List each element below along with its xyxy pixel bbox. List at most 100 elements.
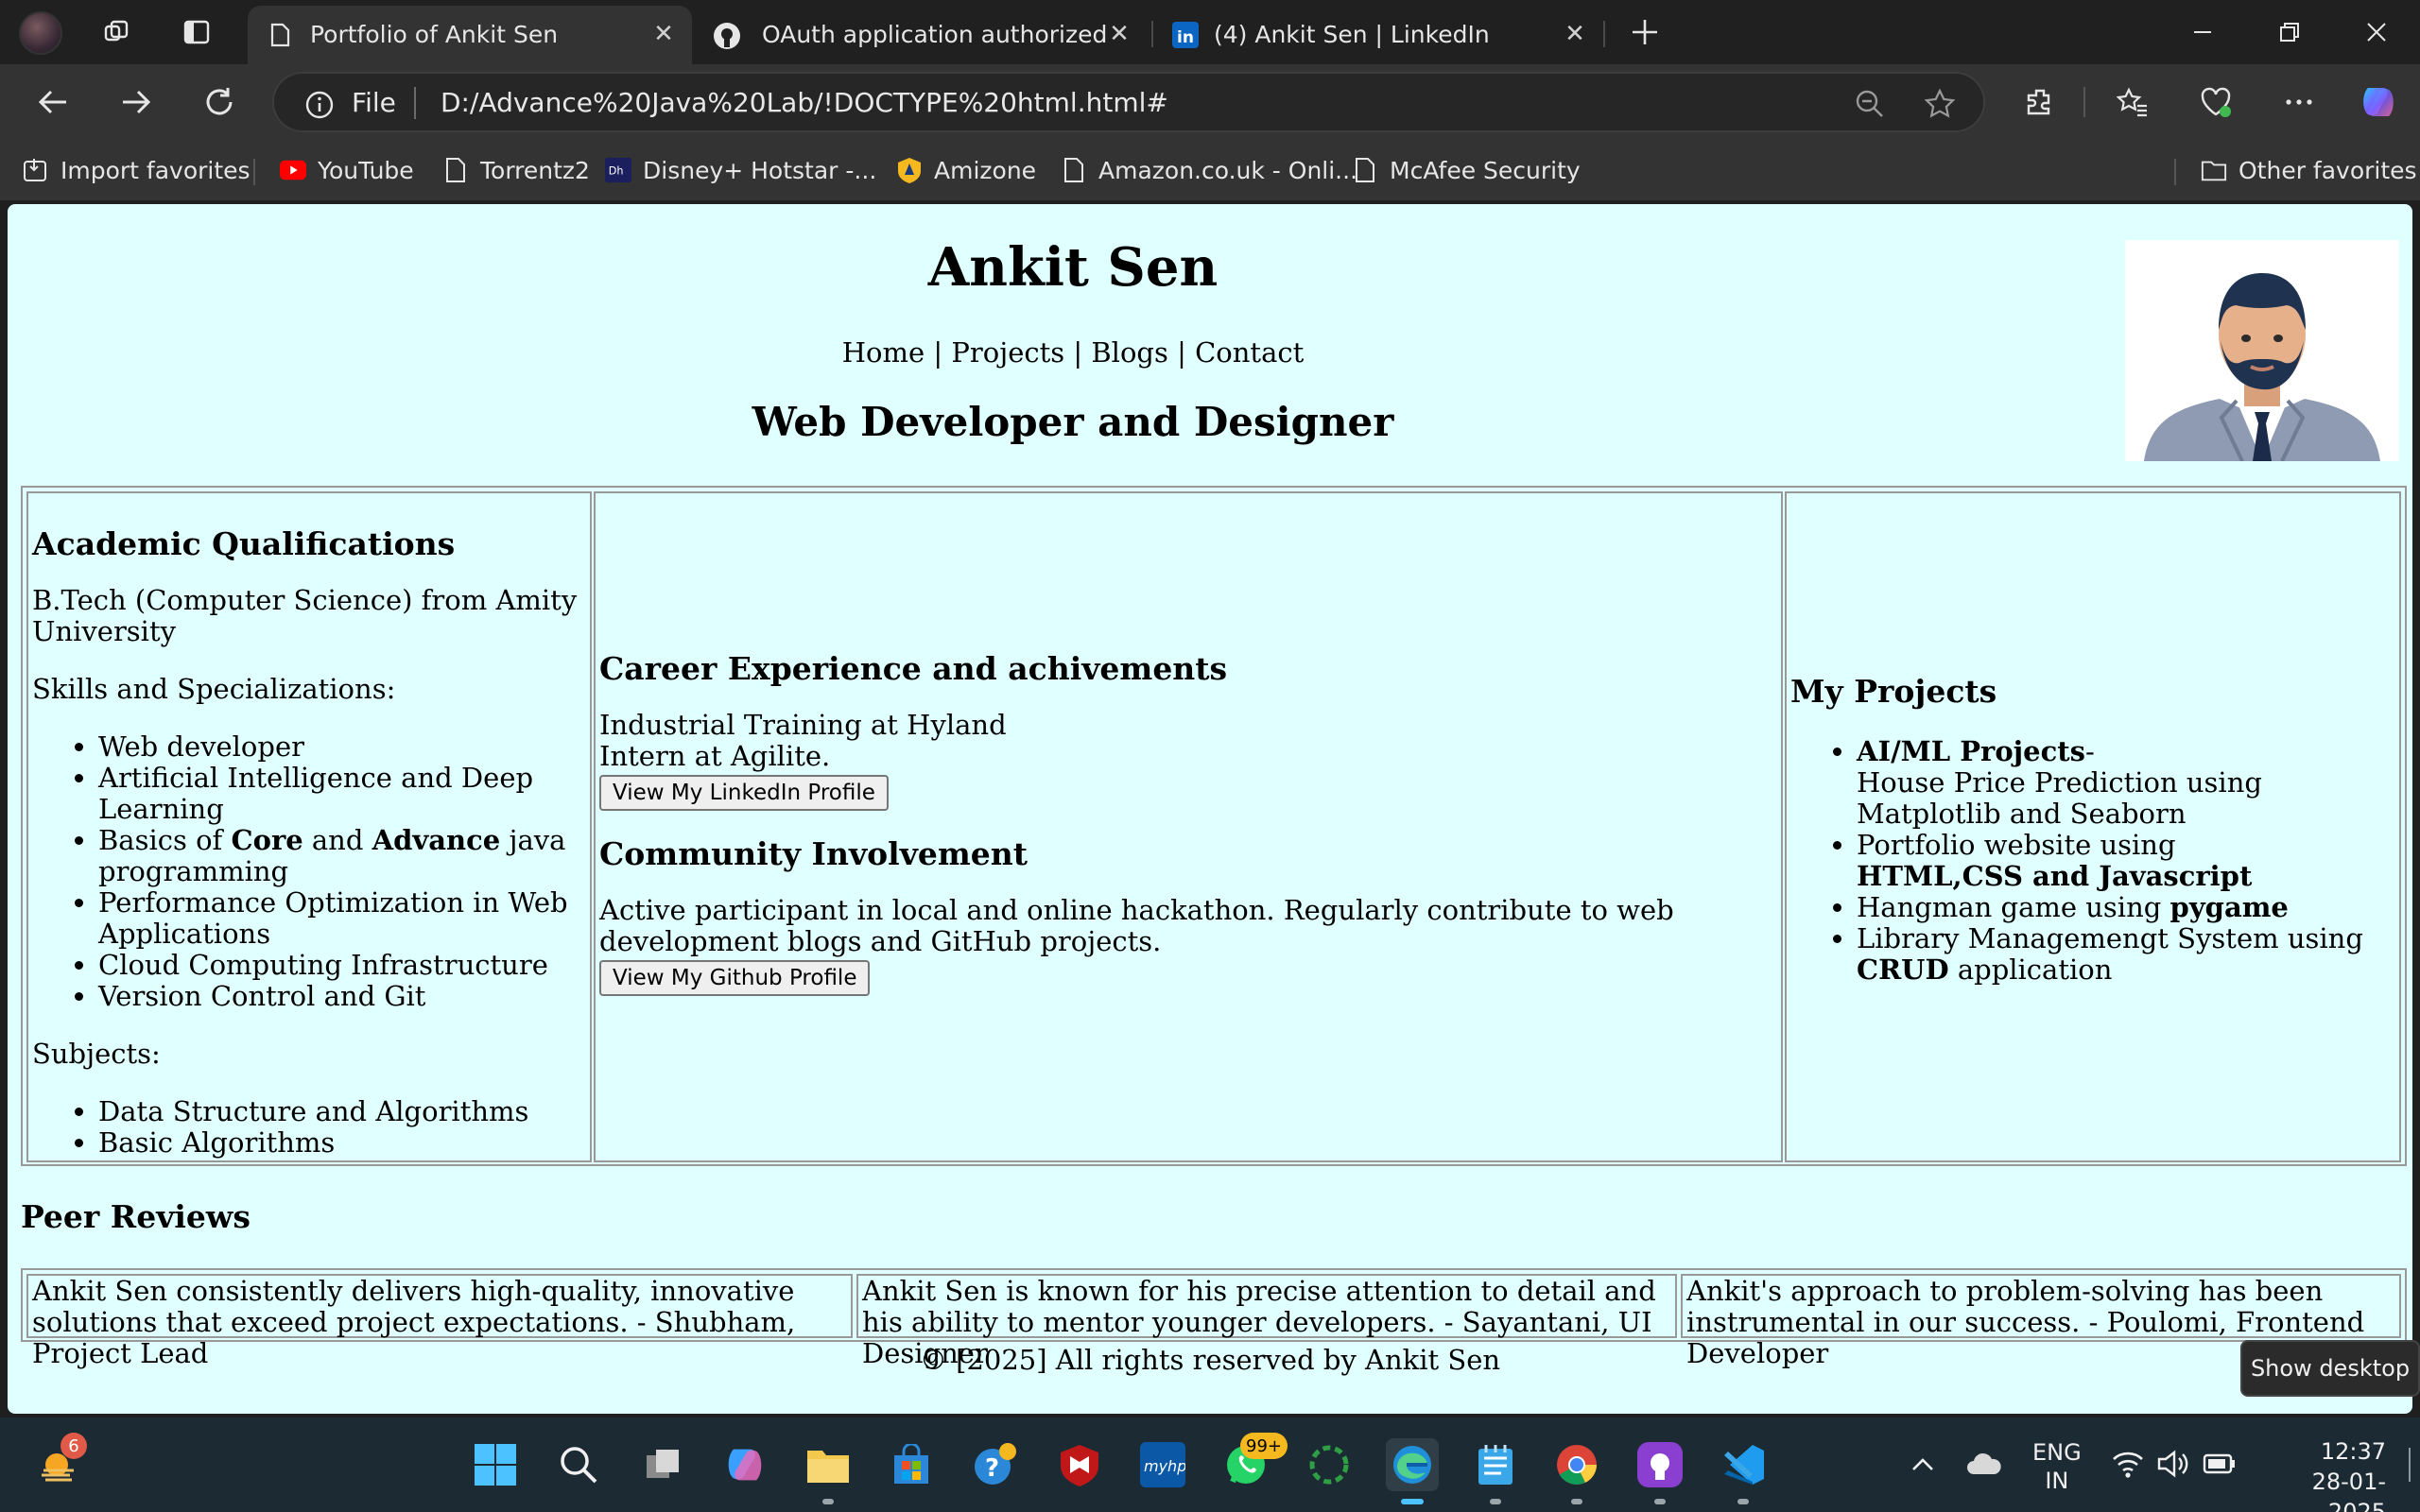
show-desktop-tooltip: Show desktop (2240, 1340, 2420, 1397)
linkedin-profile-button[interactable]: View My LinkedIn Profile (599, 775, 889, 811)
tab-label: Portfolio of Ankit Sen (310, 21, 559, 48)
fav-mcafee[interactable]: McAfee Security (1352, 153, 1581, 187)
volume-icon[interactable] (2157, 1450, 2189, 1484)
profile-avatar[interactable] (19, 11, 62, 55)
fav-separator (253, 159, 255, 185)
show-desktop-button[interactable] (2409, 1448, 2411, 1482)
list-item: Basics of Core and Advance java programm… (98, 825, 586, 887)
search-icon[interactable] (552, 1438, 605, 1491)
fav-other-favorites[interactable]: Other favorites (2201, 153, 2417, 187)
minimize-icon[interactable] (2184, 13, 2221, 51)
zoom-out-icon[interactable] (1853, 87, 1887, 121)
close-icon[interactable]: ✕ (1560, 19, 1590, 49)
nav-home[interactable]: Home (842, 336, 925, 369)
file-explorer-icon[interactable] (802, 1438, 855, 1504)
window-close-icon[interactable] (2358, 13, 2395, 51)
svg-text:in: in (1177, 28, 1194, 47)
favorite-star-icon[interactable] (1923, 87, 1957, 121)
vertical-tabs-icon[interactable] (178, 13, 216, 51)
list-item: Basic Algorithms (98, 1127, 586, 1159)
favorites-icon[interactable] (2112, 81, 2153, 123)
nav-blogs[interactable]: Blogs (1091, 336, 1168, 369)
close-icon[interactable]: ✕ (648, 19, 679, 49)
taskbar: 6 ? myhp 99+ ENG IN 12:37 28-01-2025 (0, 1418, 2420, 1512)
clock-date: 28-01-2025 (2311, 1469, 2386, 1512)
github-icon (713, 22, 740, 49)
list-item: Artificial Intelligence and Deep Learnin… (98, 763, 586, 825)
tab-oauth[interactable]: OAuth application authorized ✕ (694, 6, 1148, 64)
show-hidden-icons[interactable] (1908, 1450, 1938, 1486)
nav-separator: | (1177, 336, 1186, 369)
notification-badge: 99+ (1240, 1433, 1288, 1459)
forward-icon[interactable] (115, 81, 157, 123)
loader-app-icon[interactable] (1303, 1438, 1356, 1491)
url-text[interactable]: D:/Advance%20Java%20Lab/!DOCTYPE%20html.… (441, 87, 1168, 118)
start-icon[interactable] (469, 1438, 522, 1491)
get-help-icon[interactable]: ? (968, 1438, 1021, 1491)
fav-amazon[interactable]: Amazon.co.uk - Onli... (1061, 153, 1357, 187)
weather-widget-icon[interactable]: 6 (32, 1433, 87, 1491)
fav-amizone[interactable]: Amizone (896, 153, 1036, 187)
extensions-icon[interactable] (2019, 81, 2061, 123)
browser-essentials-icon[interactable] (2195, 81, 2237, 123)
refresh-icon[interactable] (199, 81, 240, 123)
mcafee-icon[interactable] (1053, 1438, 1106, 1491)
list-item: Cloud Computing Infrastructure (98, 950, 586, 981)
projects-heading: My Projects (1790, 673, 1997, 710)
more-options-icon[interactable] (2278, 81, 2320, 123)
list-item: Portfolio website usingHTML,CSS and Java… (1857, 830, 2395, 892)
notepad-icon[interactable] (1469, 1438, 1522, 1504)
amizone-icon (896, 157, 923, 183)
fav-torrentz2[interactable]: Torrentz2 (442, 153, 590, 187)
onedrive-icon[interactable] (1966, 1452, 2002, 1482)
github-profile-button[interactable]: View My Github Profile (599, 960, 871, 996)
subjects-label: Subjects: (32, 1038, 161, 1070)
projects-cell: My Projects AI/ML Projects-House Price P… (1785, 491, 2401, 1162)
microsoft-store-icon[interactable] (885, 1438, 938, 1491)
clock-time: 12:37 (2320, 1438, 2386, 1465)
notification-badge: 6 (60, 1433, 87, 1459)
tab-portfolio[interactable]: Portfolio of Ankit Sen ✕ (248, 6, 692, 64)
academic-heading: Academic Qualifications (32, 525, 456, 562)
restore-icon[interactable] (2271, 13, 2308, 51)
review-cell: Ankit Sen is known for his precise atten… (856, 1274, 1677, 1369)
nav-contact[interactable]: Contact (1195, 336, 1304, 369)
fav-separator (2174, 159, 2176, 185)
vscode-icon[interactable] (1717, 1438, 1770, 1504)
copilot-app-icon[interactable] (718, 1438, 771, 1491)
close-icon[interactable]: ✕ (1104, 19, 1134, 49)
clock[interactable]: 12:37 28-01-2025 (2263, 1436, 2386, 1512)
whatsapp-icon[interactable]: 99+ (1219, 1433, 1288, 1491)
workspaces-icon[interactable] (98, 13, 136, 51)
fav-import-favorites[interactable]: Import favorites (23, 153, 251, 187)
github-desktop-icon[interactable] (1634, 1438, 1686, 1504)
nav-projects[interactable]: Projects (951, 336, 1064, 369)
task-view-icon[interactable] (637, 1438, 690, 1491)
list-item: Hangman game using pygame (1857, 892, 2395, 923)
new-tab-icon[interactable] (1626, 13, 1664, 51)
svg-text:?: ? (985, 1454, 999, 1483)
fav-youtube[interactable]: YouTube (280, 153, 414, 187)
tab-linkedin[interactable]: in (4) Ankit Sen | LinkedIn ✕ (1153, 6, 1603, 64)
page-icon (1352, 157, 1378, 183)
toolbar-divider (2083, 87, 2085, 117)
tab-label: (4) Ankit Sen | LinkedIn (1214, 21, 1490, 48)
wifi-icon[interactable] (2112, 1450, 2144, 1484)
import-icon (23, 157, 49, 183)
myhp-icon[interactable]: myhp (1136, 1438, 1189, 1491)
edge-icon[interactable] (1386, 1438, 1439, 1504)
degree-text: B.Tech (Computer Science) from Amity Uni… (32, 584, 578, 647)
page-subtitle: Web Developer and Designer (752, 399, 1394, 445)
peer-reviews-heading: Peer Reviews (21, 1198, 251, 1235)
fav-hotstar[interactable]: Dh Disney+ Hotstar -... (605, 153, 876, 187)
running-indicator (1737, 1499, 1749, 1504)
copilot-icon[interactable] (2358, 81, 2399, 123)
address-bar[interactable]: File D:/Advance%20Java%20Lab/!DOCTYPE%20… (272, 72, 1985, 132)
battery-icon[interactable] (2203, 1452, 2237, 1482)
fav-label: YouTube (318, 156, 414, 184)
active-indicator (1401, 1499, 1424, 1504)
language-indicator[interactable]: ENG IN (2032, 1438, 2082, 1495)
chrome-icon[interactable] (1550, 1438, 1603, 1504)
back-icon[interactable] (32, 81, 74, 123)
info-icon[interactable] (304, 90, 335, 124)
